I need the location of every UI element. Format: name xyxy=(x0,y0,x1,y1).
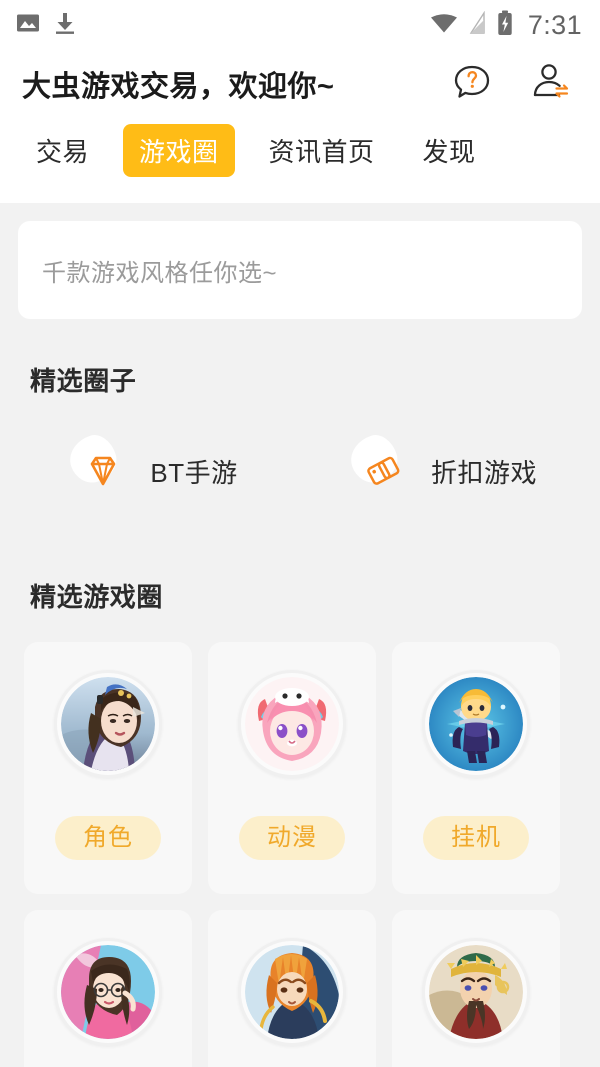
avatar xyxy=(61,945,155,1039)
avatar-ring xyxy=(422,938,530,1046)
avatar xyxy=(429,677,523,771)
game-circle-card[interactable]: 挂机 xyxy=(392,642,560,894)
game-circle-grid: 角色 动漫 挂机 xyxy=(0,642,600,1067)
section-title-featured-circles: 精选圈子 xyxy=(30,366,137,396)
game-circle-card[interactable] xyxy=(392,910,560,1067)
featured-circle-label: BT手游 xyxy=(150,457,238,488)
avatar-ring xyxy=(54,670,162,778)
avatar-ring xyxy=(54,938,162,1046)
header-actions xyxy=(452,61,578,108)
avatar xyxy=(245,945,339,1039)
search-card[interactable]: 千款游戏风格任你选~ xyxy=(18,221,582,319)
avatar xyxy=(61,677,155,771)
featured-circle-label: 折扣游戏 xyxy=(430,457,537,488)
featured-circle-discount-games[interactable]: 折扣游戏 xyxy=(300,430,590,502)
search-input-placeholder[interactable]: 千款游戏风格任你选~ xyxy=(42,253,277,288)
game-circle-card[interactable] xyxy=(24,910,192,1067)
tab-trade[interactable]: 交易 xyxy=(22,124,103,177)
app-header: 大虫游戏交易，欢迎你~ xyxy=(0,50,600,118)
featured-circles-row: BT手游 折扣游戏 xyxy=(0,430,600,502)
featured-circle-bt-games[interactable]: BT手游 xyxy=(10,430,300,502)
app-screen: 7:31 大虫游戏交易，欢迎你~ 交易 游戏圈 资讯首页 发现 千款游戏风格任你… xyxy=(0,0,600,1067)
tab-discover[interactable]: 发现 xyxy=(409,124,490,177)
page-body: 千款游戏风格任你选~ 精选圈子 BT手游 折扣游戏 精选游戏圈 角色 动漫 挂机 xyxy=(0,221,600,1067)
game-circle-card[interactable]: 角色 xyxy=(24,642,192,894)
game-circle-card[interactable]: 动漫 xyxy=(208,642,376,894)
battery-charging-icon xyxy=(497,10,513,41)
avatar xyxy=(245,677,339,771)
signal-icon xyxy=(469,10,486,40)
avatar-ring xyxy=(238,670,346,778)
status-badge: 动漫 xyxy=(239,816,345,860)
status-bar: 7:31 xyxy=(0,0,600,50)
main-tabs: 交易 游戏圈 资讯首页 发现 xyxy=(0,118,600,203)
status-bar-left-icons xyxy=(16,11,76,40)
download-icon xyxy=(54,11,76,40)
image-icon xyxy=(16,11,40,40)
game-circle-card[interactable] xyxy=(208,910,376,1067)
section-title-featured-game-circles: 精选游戏圈 xyxy=(30,582,164,612)
tab-news-home[interactable]: 资讯首页 xyxy=(255,124,389,177)
tab-game-circle[interactable]: 游戏圈 xyxy=(123,124,235,177)
discount-tag-icon xyxy=(345,430,415,502)
user-transfer-icon[interactable] xyxy=(530,61,572,108)
avatar xyxy=(429,945,523,1039)
status-badge: 挂机 xyxy=(423,816,529,860)
status-badge: 角色 xyxy=(55,816,161,860)
avatar-ring xyxy=(238,938,346,1046)
header-top-row: 大虫游戏交易，欢迎你~ xyxy=(22,50,578,118)
help-icon[interactable] xyxy=(452,62,492,107)
status-bar-right-icons: 7:31 xyxy=(430,10,582,41)
status-time: 7:31 xyxy=(527,9,582,40)
avatar-ring xyxy=(422,670,530,778)
page-title: 大虫游戏交易，欢迎你~ xyxy=(22,71,335,103)
wifi-icon xyxy=(430,12,458,39)
diamond-icon xyxy=(64,430,134,502)
